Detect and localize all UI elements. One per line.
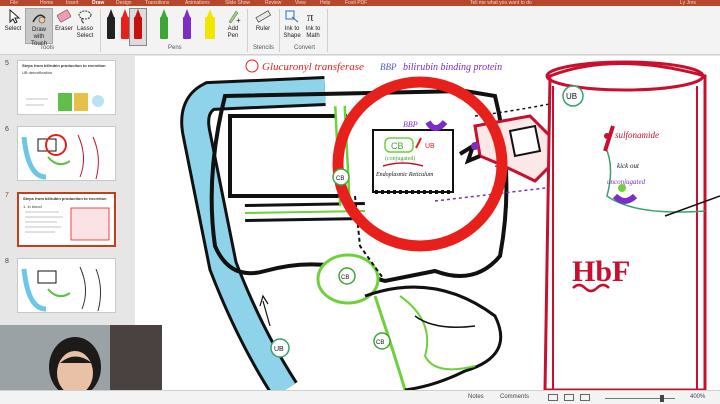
glucuronyl-transferase-label: Glucuronyl transferase [262,61,364,73]
slide-thumbnail-8[interactable] [17,258,116,313]
select-label: Select [4,26,22,32]
lasso-select-button[interactable]: Lasso Select [75,8,95,40]
bilirubin-diagram: Glucuronyl transferase BBP bilirubin bin… [180,59,720,390]
slide-thumbnail-5[interactable]: Steps from bilirubin production to excre… [17,60,116,115]
ink-shape-label: Ink to Shape [283,26,301,39]
header-bullet-icon [245,59,259,73]
ub-top-label: UB [566,92,577,101]
ribbon-separator [247,9,248,52]
thumbnail-content [21,266,102,312]
status-bar: Notes Comments 400% [0,390,720,404]
ink-math-label: Ink to Math [305,26,321,39]
hbf-label: HbF [572,255,630,288]
slide-thumbnail-7[interactable]: Steps from bilirubin production to excre… [17,192,116,247]
cb-lower-label: CB [376,340,384,346]
select-button[interactable]: Select [2,8,24,33]
eraser-label: Eraser [55,26,73,32]
sulfonamide-label: sulfonamide [615,130,659,140]
slide-canvas[interactable]: Glucuronyl transferase BBP bilirubin bin… [135,56,720,390]
thumbnail-content [25,207,110,241]
cb-inner-label: CB [391,141,404,151]
thumbnail-number: 5 [5,60,9,67]
pens-group-label: Pens [168,45,182,51]
lasso-icon [76,8,94,24]
conjugated-label: (conjugated) [385,155,415,162]
kick-out-label: kick out [617,162,640,170]
add-pen-button[interactable]: + Add Pen [222,8,244,40]
pen-purple[interactable] [180,9,194,45]
ribbon-separator [100,9,101,52]
bbp-protein-icon [425,119,448,131]
er-detail: BBP CB UB (conjugated) Endoplasmic Retic… [372,119,481,194]
bilirubin-binding-protein-label: bilirubin binding protein [403,62,502,73]
draw-with-touch-button[interactable]: Draw with Touch [25,8,53,47]
zoom-slider[interactable] [605,398,675,399]
slide-thumbnail-6[interactable] [17,126,116,181]
thumbnail-content [21,134,99,180]
albumin-icon [618,184,626,192]
pen-red[interactable] [118,9,132,45]
eraser-icon [55,8,73,24]
bbp-binding-icon [471,142,479,150]
ink-to-math-button[interactable]: π Ink to Math [303,8,323,40]
ruler-label: Ruler [255,26,271,32]
sinusoid-box [508,124,542,158]
notes-button[interactable]: Notes [468,394,484,400]
zoom-slider-thumb[interactable] [660,395,664,402]
convert-group-label: Convert [294,45,316,51]
blood-compartment [543,62,707,390]
ub-inner-label: UB [425,143,435,150]
thumbnail-number: 6 [5,126,9,133]
bbp-header-label: BBP [380,62,397,72]
tools-group-label: Tools [40,45,55,51]
normal-view-icon[interactable] [548,394,558,401]
cb-duct-label: CB [341,275,349,281]
cb-left-label: CB [336,176,344,182]
lasso-label: Lasso Select [76,26,94,39]
ink-shape-icon [283,8,301,24]
thumbnail-number: 7 [5,192,9,199]
eraser-button[interactable]: Eraser [54,8,74,33]
ub-vessel-label: UB [274,346,284,353]
ink-math-icon: π [304,8,322,24]
draw-ribbon: Select Draw with Touch Eraser Lasso Sele… [0,6,720,55]
pen-black[interactable] [104,9,118,45]
highlighter-yellow[interactable] [203,9,217,45]
svg-text:+: + [236,16,241,24]
add-pen-label: Add Pen [227,26,239,39]
ribbon-separator [327,9,328,52]
add-pen-icon: + [224,8,242,24]
thumbnail-number: 8 [5,258,9,265]
thumbnail-content [26,93,104,111]
hepatocyte-outline [209,88,509,284]
ruler-button[interactable]: Ruler [252,8,274,33]
intestine-inner [399,295,476,371]
reading-view-icon[interactable] [580,394,590,401]
ruler-icon [254,8,272,24]
slide-sorter-icon[interactable] [564,394,574,401]
nucleus-box [228,114,347,198]
slide-editor: Glucuronyl transferase BBP bilirubin bin… [128,56,720,390]
bbp-label: BBP [403,120,418,129]
ink-to-shape-button[interactable]: Ink to Shape [282,8,302,40]
unconjugated-label: unconjugated [607,178,646,186]
pen-green[interactable] [157,9,171,45]
svg-text:π: π [307,9,314,24]
comments-button[interactable]: Comments [500,394,529,400]
stencils-group-label: Stencils [253,45,275,51]
touch-draw-icon [30,9,48,25]
zoom-level[interactable]: 400% [690,394,705,400]
pen-dark-red[interactable] [131,9,145,45]
ribbon-separator [279,9,280,52]
cursor-icon [4,8,22,24]
er-label: Endoplasmic Reticulum [375,172,434,178]
